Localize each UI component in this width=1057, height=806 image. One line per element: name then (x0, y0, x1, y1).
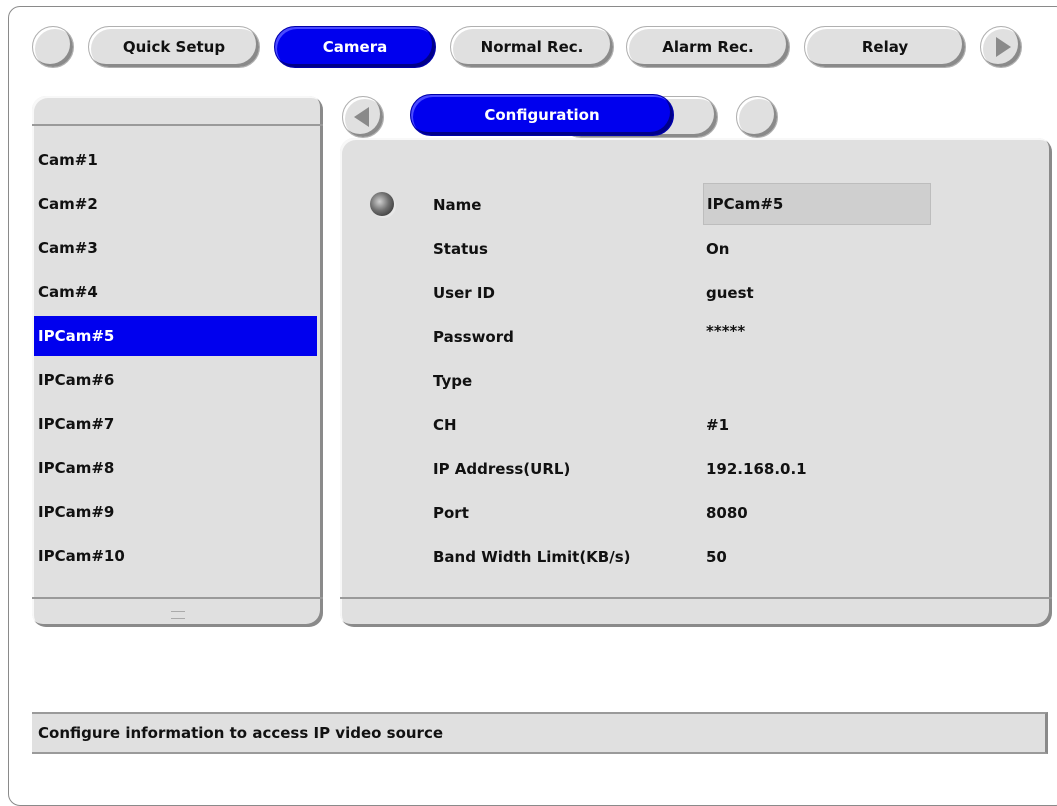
camera-item-cam4[interactable]: Cam#4 (34, 272, 317, 312)
status-label: Status (433, 240, 488, 258)
status-bar: Configure information to access IP video… (32, 712, 1048, 754)
list-scroll-up[interactable] (32, 96, 323, 126)
user-id-label: User ID (433, 284, 495, 302)
ip-address-label: IP Address(URL) (433, 460, 571, 478)
menu-circle-button[interactable] (32, 26, 74, 68)
tab-relay[interactable]: Relay (804, 26, 966, 68)
camera-item-ipcam6[interactable]: IPCam#6 (34, 360, 317, 400)
camera-item-ipcam8[interactable]: IPCam#8 (34, 448, 317, 488)
camera-item-cam1[interactable]: Cam#1 (34, 140, 317, 180)
camera-item-cam2[interactable]: Cam#2 (34, 184, 317, 224)
list-scroll-down[interactable] (32, 597, 323, 627)
status-value[interactable]: On (706, 240, 729, 258)
panel-footer (340, 597, 1052, 627)
tab-normal-rec[interactable]: Normal Rec. (450, 26, 614, 68)
password-field[interactable]: ***** (706, 322, 745, 340)
camera-item-cam3[interactable]: Cam#3 (34, 228, 317, 268)
prev-subtab-button[interactable] (342, 96, 384, 138)
ip-address-field[interactable]: 192.168.0.1 (706, 460, 807, 478)
tab-configuration[interactable]: Configuration (410, 94, 674, 136)
tab-alarm-rec[interactable]: Alarm Rec. (626, 26, 790, 68)
user-id-field[interactable]: guest (706, 284, 754, 302)
grip-icon (170, 611, 185, 619)
ch-value[interactable]: #1 (706, 416, 729, 434)
arrow-right-icon (995, 37, 1011, 57)
tab-camera[interactable]: Camera (274, 26, 436, 68)
port-field[interactable]: 8080 (706, 504, 748, 522)
subtab-circle-button[interactable] (736, 96, 778, 138)
port-label: Port (433, 504, 469, 522)
next-tab-button[interactable] (980, 26, 1022, 68)
arrow-left-icon (353, 107, 369, 127)
camera-item-ipcam10[interactable]: IPCam#10 (34, 536, 317, 576)
type-label: Type (433, 372, 473, 390)
password-label: Password (433, 328, 514, 346)
name-field[interactable]: IPCam#5 (703, 183, 931, 225)
bandwidth-label: Band Width Limit(KB/s) (433, 548, 631, 566)
row-cursor-icon (370, 192, 394, 216)
bandwidth-field[interactable]: 50 (706, 548, 727, 566)
tab-quick-setup[interactable]: Quick Setup (88, 26, 260, 68)
name-label: Name (433, 196, 482, 214)
camera-item-ipcam9[interactable]: IPCam#9 (34, 492, 317, 532)
camera-item-ipcam5[interactable]: IPCam#5 (34, 316, 317, 356)
ch-label: CH (433, 416, 457, 434)
camera-item-ipcam7[interactable]: IPCam#7 (34, 404, 317, 444)
